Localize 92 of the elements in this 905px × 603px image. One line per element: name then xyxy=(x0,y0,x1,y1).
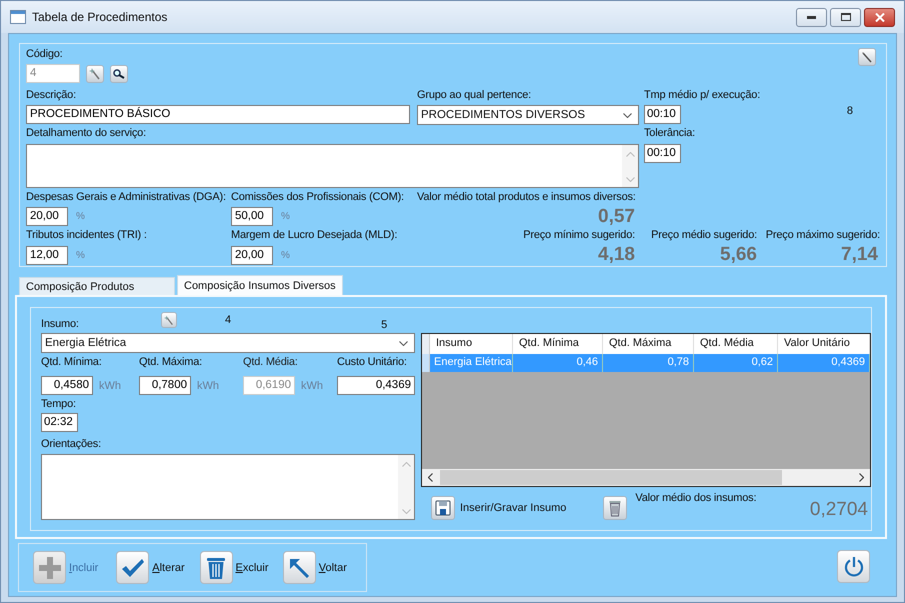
description-field[interactable]: PROCEDIMENTO BÁSICO xyxy=(26,105,410,124)
average-value: 0,57 xyxy=(598,207,636,226)
quantity-field[interactable]: 0,4580 xyxy=(41,376,93,395)
quantity-field[interactable]: 0,7800 xyxy=(139,376,191,395)
price-value: 5,66 xyxy=(720,245,758,265)
field-label: Qtd. Máxima: xyxy=(139,356,202,369)
minimize-icon xyxy=(807,16,816,18)
wand-button[interactable] xyxy=(161,312,177,328)
counter-text: 8 xyxy=(846,104,853,116)
field-label: Código: xyxy=(26,48,63,61)
price-label: Preço máximo sugerido: xyxy=(766,229,880,242)
trash-icon xyxy=(206,556,226,580)
quantity-field[interactable]: 0,4369 xyxy=(337,376,415,395)
close-icon xyxy=(874,12,884,22)
time-field[interactable]: 00:10 xyxy=(644,105,681,124)
power-button[interactable] xyxy=(837,550,870,583)
percent-field[interactable]: 12,00 xyxy=(26,246,68,264)
button-label[interactable]: Voltar xyxy=(318,562,347,574)
scroll-right-icon[interactable] xyxy=(859,473,864,482)
field-label: Qtd. Mínima: xyxy=(41,356,102,369)
scroll-left-icon[interactable] xyxy=(428,473,433,482)
unit-text: % xyxy=(281,211,290,222)
unit-text: % xyxy=(281,250,290,260)
marker-text: 4 xyxy=(225,314,232,326)
unit-text: % xyxy=(76,250,85,260)
field-label: Valor médio total produtos e insumos diversos: xyxy=(417,191,636,204)
percent-field[interactable]: 20,00 xyxy=(231,246,273,264)
supply-dropdown[interactable]: Energia Elétrica xyxy=(41,333,415,353)
tab[interactable]: Composição Insumos Diversos xyxy=(177,275,343,295)
arrow-icon xyxy=(289,558,310,578)
time-field[interactable]: 02:32 xyxy=(41,413,78,432)
average-value: 0,2704 xyxy=(810,499,868,521)
field-label: Despesas Gerais e Administrativas (DGA): xyxy=(26,191,226,204)
table-cell: Energia Elétrica xyxy=(430,354,513,372)
field-label: Custo Unitário: xyxy=(337,356,407,369)
delete-button[interactable] xyxy=(603,496,628,520)
horizontal-scrollbar[interactable] xyxy=(422,469,870,486)
field-label: Detalhamento do serviço: xyxy=(26,127,146,141)
percent-field[interactable]: 50,00 xyxy=(231,207,273,226)
plus-icon xyxy=(38,556,60,578)
price-value: 4,18 xyxy=(598,245,636,265)
field-label: Grupo ao qual pertence: xyxy=(417,89,532,102)
table-cell: 0,62 xyxy=(694,354,778,372)
unit-text: % xyxy=(76,211,85,222)
edit-button[interactable] xyxy=(116,551,150,584)
tab[interactable]: Composição Produtos xyxy=(19,277,175,295)
window-icon xyxy=(10,10,26,24)
search-icon xyxy=(113,68,125,78)
tolerance-field[interactable]: 00:10 xyxy=(644,144,681,163)
price-value: 7,14 xyxy=(841,245,879,265)
maximize-icon xyxy=(840,13,850,21)
table-cell: 0,46 xyxy=(513,354,603,372)
check-icon xyxy=(120,558,145,578)
marker-text: 5 xyxy=(381,319,388,331)
unit-text: kWh xyxy=(301,380,323,392)
price-label: Preço médio sugerido: xyxy=(651,229,758,242)
field-label: Valor médio dos insumos: xyxy=(635,492,756,505)
search-button[interactable] xyxy=(110,64,128,82)
chevron-down-icon xyxy=(399,340,408,346)
delete-button[interactable] xyxy=(200,551,232,584)
field-label: Qtd. Média: xyxy=(243,356,298,369)
field-label: Tmp médio p/ execução: xyxy=(644,89,760,102)
unit-text: kWh xyxy=(197,380,219,392)
button-label[interactable]: Alterar xyxy=(152,562,185,574)
save-button[interactable] xyxy=(431,496,455,520)
trash-icon xyxy=(609,500,622,516)
group-dropdown[interactable]: PROCEDIMENTOS DIVERSOS xyxy=(417,105,639,125)
back-button[interactable] xyxy=(282,551,316,584)
field-label: Comissões dos Profissionais (COM): xyxy=(231,191,404,204)
field-label: Margem de Lucro Desejada (MLD): xyxy=(231,229,398,242)
wand-button[interactable] xyxy=(86,64,104,82)
field-label: Tolerância: xyxy=(644,127,695,141)
table-cell: 0,78 xyxy=(603,354,694,372)
save-label[interactable]: Inserir/Gravar Insumo xyxy=(460,502,566,514)
field-label: Insumo: xyxy=(41,318,80,331)
window-title: Tabela de Procedimentos xyxy=(32,10,168,24)
field-label: Tributos incidentes (TRI) : xyxy=(26,229,147,242)
floppy-icon xyxy=(435,500,451,516)
table-cell: 0,4369 xyxy=(778,354,870,372)
minimize-button[interactable] xyxy=(796,8,827,26)
percent-field[interactable]: 20,00 xyxy=(26,207,68,226)
maximize-button[interactable] xyxy=(830,8,861,26)
field-label: Tempo: xyxy=(41,398,77,411)
field-label: Descrição: xyxy=(26,89,76,102)
price-label: Preço mínimo sugerido: xyxy=(523,229,636,242)
chevron-down-icon xyxy=(623,112,632,118)
unit-text: kWh xyxy=(99,380,121,392)
wand-button[interactable] xyxy=(858,48,876,66)
power-icon xyxy=(842,556,864,578)
field-label: Orientações: xyxy=(41,438,102,451)
button-label[interactable]: Excluir xyxy=(236,562,269,574)
close-button[interactable] xyxy=(864,8,895,26)
